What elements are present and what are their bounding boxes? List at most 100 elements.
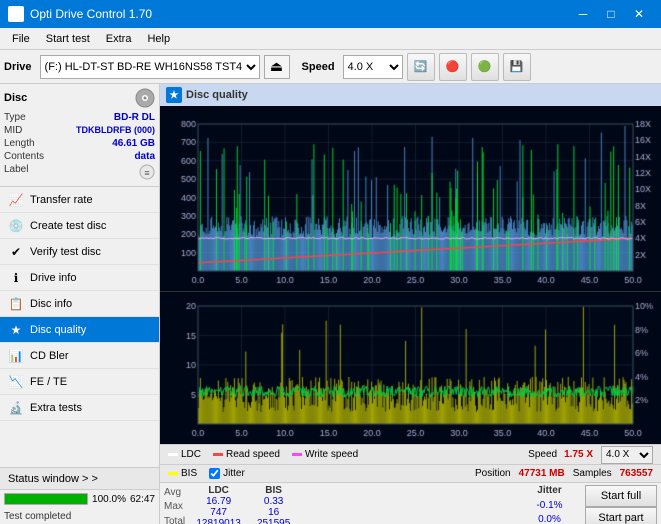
- menu-extra[interactable]: Extra: [98, 31, 140, 47]
- disc-quality-icon: ★: [8, 322, 24, 338]
- legend-speed-info: Speed 1.75 X: [528, 449, 593, 460]
- disc-length-val: 46.61 GB: [112, 138, 155, 149]
- bis-avg: 0.33: [264, 496, 283, 507]
- start-part-button[interactable]: Start part: [585, 507, 657, 524]
- ldc-total: 12819013: [196, 518, 241, 524]
- eject-button[interactable]: ⏏: [264, 55, 290, 79]
- disc-length-key: Length: [4, 138, 35, 149]
- close-button[interactable]: ✕: [625, 0, 653, 28]
- legend-jitter-label: Jitter: [223, 468, 245, 479]
- legend-write-speed-label: Write speed: [305, 449, 358, 460]
- jitter-checkbox[interactable]: [209, 468, 220, 479]
- drive-info-icon: ℹ: [8, 270, 24, 286]
- sidebar-item-transfer-rate[interactable]: 📈 Transfer rate: [0, 187, 159, 213]
- jitter-avg: -0.1%: [536, 500, 562, 511]
- drive-label: Drive: [4, 61, 32, 73]
- status-bottom: Status window > > 100.0% 62:47 Test comp…: [0, 467, 159, 524]
- sidebar-item-fe-te[interactable]: 📉 FE / TE: [0, 369, 159, 395]
- legend-read-speed: Read speed: [213, 449, 280, 460]
- time-text: 62:47: [130, 494, 155, 505]
- drive-select[interactable]: (F:) HL-DT-ST BD-RE WH16NS58 TST4: [40, 55, 260, 79]
- disc-contents-val: data: [134, 151, 155, 162]
- menu-help[interactable]: Help: [139, 31, 178, 47]
- samples-value: 763557: [620, 468, 653, 479]
- menu-file[interactable]: File: [4, 31, 38, 47]
- minimize-button[interactable]: ─: [569, 0, 597, 28]
- legend-ldc: LDC: [168, 449, 201, 460]
- legend-bis-label: BIS: [181, 468, 197, 479]
- sidebar-item-disc-quality[interactable]: ★ Disc quality: [0, 317, 159, 343]
- progress-row: 100.0% 62:47: [0, 490, 159, 508]
- stats-footer: LDC Read speed Write speed Speed 1.75 X: [160, 444, 661, 524]
- nav-label-extra-tests: Extra tests: [30, 402, 82, 414]
- bis-total: 251595: [257, 518, 290, 524]
- content-area: ★ Disc quality LDC: [160, 84, 661, 524]
- sidebar-item-cd-bler[interactable]: 📊 CD Bler: [0, 343, 159, 369]
- transfer-rate-icon: 📈: [8, 192, 24, 208]
- disc-type-key: Type: [4, 112, 26, 123]
- disc-mid-val: TDKBLDRFB (000): [76, 125, 155, 136]
- progress-bar-container: [4, 493, 88, 505]
- bis-max: 16: [268, 507, 279, 518]
- app-icon: [8, 6, 24, 22]
- sidebar-item-extra-tests[interactable]: 🔬 Extra tests: [0, 395, 159, 421]
- disc-panel: Disc Type BD-R DL MID TDKBLDRFB (000) Le…: [0, 84, 159, 187]
- charts-area: [160, 106, 661, 444]
- sidebar: Disc Type BD-R DL MID TDKBLDRFB (000) Le…: [0, 84, 160, 524]
- toolbar: Drive (F:) HL-DT-ST BD-RE WH16NS58 TST4 …: [0, 50, 661, 84]
- title-bar: Opti Drive Control 1.70 ─ □ ✕: [0, 0, 661, 28]
- disc-mid-key: MID: [4, 125, 22, 136]
- status-text: Test completed: [4, 511, 71, 522]
- legend-read-speed-label: Read speed: [226, 449, 280, 460]
- write-speed-dot: [292, 453, 302, 456]
- status-window-button[interactable]: Status window > >: [0, 468, 159, 490]
- max-label: Max: [164, 501, 185, 512]
- samples-label: Samples: [573, 468, 612, 479]
- settings-button2[interactable]: 🟢: [471, 53, 499, 81]
- refresh-button[interactable]: 🔄: [407, 53, 435, 81]
- verify-disc-icon: ✔: [8, 244, 24, 260]
- disc-type-val: BD-R DL: [114, 112, 155, 123]
- nav-label-cd-bler: CD Bler: [30, 350, 69, 362]
- legend-ldc-label: LDC: [181, 449, 201, 460]
- ldc-dot: [168, 453, 178, 456]
- svg-text:≡: ≡: [144, 168, 149, 178]
- nav-label-drive-info: Drive info: [30, 272, 76, 284]
- sidebar-item-create-test-disc[interactable]: 💿 Create test disc: [0, 213, 159, 239]
- disc-info-icon: 📋: [8, 296, 24, 312]
- speed-info-value: 1.75 X: [564, 449, 593, 460]
- maximize-button[interactable]: □: [597, 0, 625, 28]
- save-button[interactable]: 💾: [503, 53, 531, 81]
- disc-contents-key: Contents: [4, 151, 44, 162]
- bis-dot: [168, 472, 178, 475]
- position-value: 47731 MB: [519, 468, 565, 479]
- total-label: Total: [164, 516, 185, 524]
- label-icon[interactable]: ≡: [139, 164, 155, 180]
- title-bar-text: Opti Drive Control 1.70: [30, 7, 569, 21]
- ldc-max: 747: [210, 507, 227, 518]
- status-text-row: Test completed: [0, 508, 159, 524]
- menu-bar: File Start test Extra Help: [0, 28, 661, 50]
- sidebar-item-verify-test-disc[interactable]: ✔ Verify test disc: [0, 239, 159, 265]
- nav-label-disc-quality: Disc quality: [30, 324, 86, 336]
- jitter-col-header: Jitter: [537, 485, 561, 496]
- create-disc-icon: 💿: [8, 218, 24, 234]
- speed-dropdown[interactable]: 4.0 X: [601, 446, 653, 464]
- speed-select[interactable]: 4.0 X: [343, 55, 403, 79]
- speed-label: Speed: [302, 61, 335, 73]
- disc-quality-header-icon: ★: [166, 87, 182, 103]
- menu-start-test[interactable]: Start test: [38, 31, 98, 47]
- title-bar-controls: ─ □ ✕: [569, 0, 653, 28]
- ldc-avg: 16.79: [206, 496, 231, 507]
- avg-label: Avg: [164, 487, 185, 498]
- bis-col-header: BIS: [265, 485, 282, 496]
- jitter-max: 0.0%: [538, 514, 561, 524]
- sidebar-item-disc-info[interactable]: 📋 Disc info: [0, 291, 159, 317]
- speed-info-label: Speed: [528, 449, 557, 460]
- disc-icon[interactable]: [135, 88, 155, 108]
- settings-button1[interactable]: 🔴: [439, 53, 467, 81]
- disc-title: Disc: [4, 92, 27, 104]
- sidebar-item-drive-info[interactable]: ℹ Drive info: [0, 265, 159, 291]
- progress-bar-fill: [5, 494, 87, 504]
- start-full-button[interactable]: Start full: [585, 485, 657, 507]
